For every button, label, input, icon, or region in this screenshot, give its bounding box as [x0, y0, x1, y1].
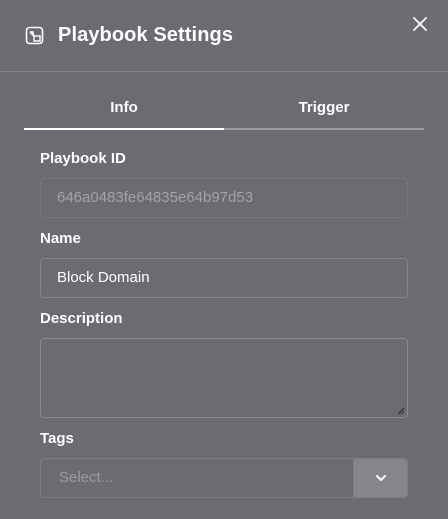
description-field[interactable] — [40, 338, 408, 418]
tags-select[interactable]: Select... — [40, 458, 408, 498]
tab-trigger[interactable]: Trigger — [224, 88, 424, 130]
chevron-down-icon — [376, 475, 386, 481]
playbook-settings-dialog: Playbook Settings Info Trigger Playbook … — [0, 0, 448, 519]
resize-grip-icon[interactable] — [397, 407, 405, 415]
name-label: Name — [40, 230, 81, 247]
tab-bar: Info Trigger — [24, 88, 424, 130]
close-icon[interactable] — [410, 14, 430, 34]
tags-dropdown-toggle[interactable] — [353, 459, 407, 497]
tab-info[interactable]: Info — [24, 88, 224, 130]
playbook-id-field: 646a0483fe64835e64b97d53 — [40, 178, 408, 218]
playbook-settings-icon — [25, 26, 45, 46]
playbook-id-label: Playbook ID — [40, 150, 126, 167]
description-label: Description — [40, 310, 123, 327]
tags-placeholder: Select... — [59, 469, 114, 486]
name-field[interactable]: Block Domain — [40, 258, 408, 298]
dialog-header: Playbook Settings — [0, 0, 448, 72]
dialog-title: Playbook Settings — [58, 24, 234, 46]
tags-label: Tags — [40, 430, 74, 447]
